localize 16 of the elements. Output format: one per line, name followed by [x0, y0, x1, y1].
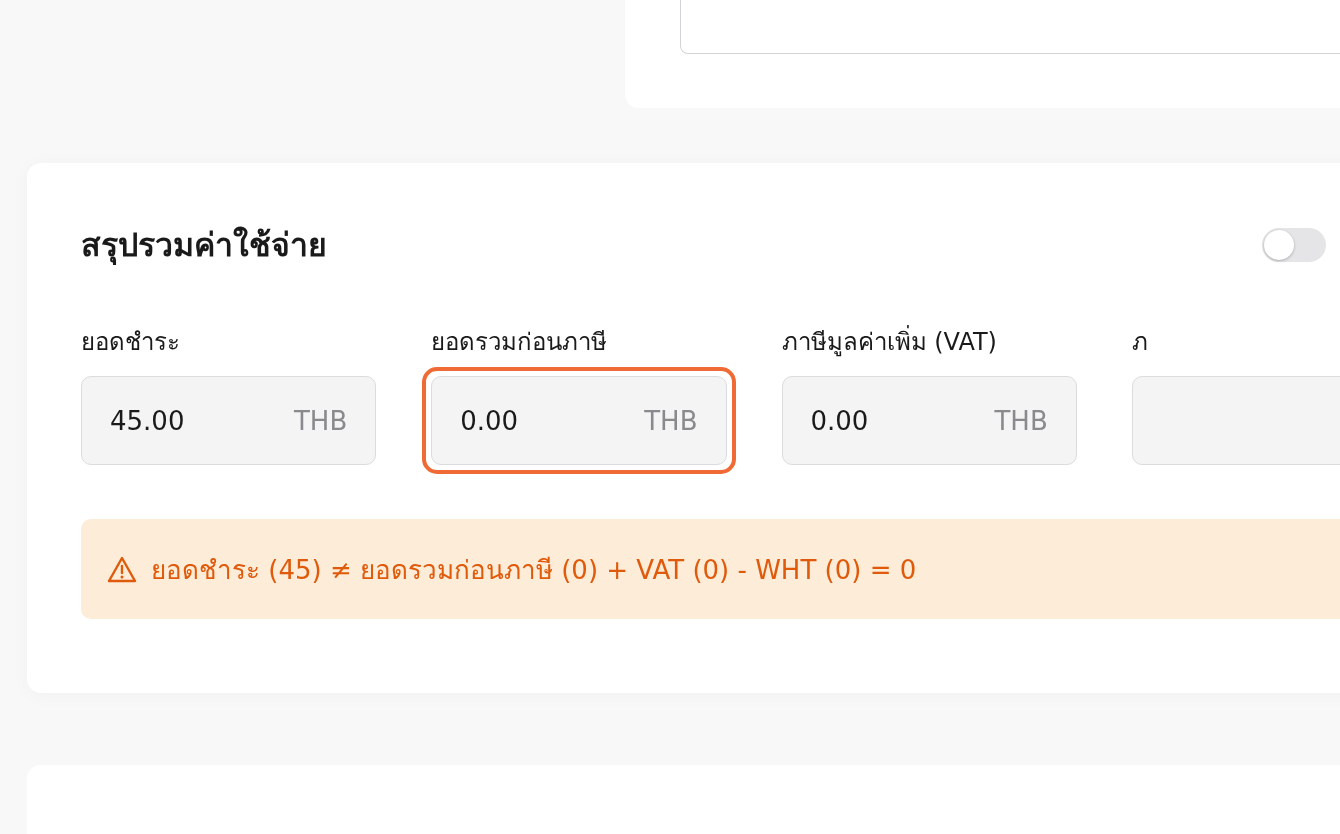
section-title: สรุปรวมค่าใช้จ่าย	[81, 225, 327, 267]
warning-icon	[107, 555, 137, 583]
field-label: ภาษีมูลค่าเพิ่ม (VAT)	[781, 322, 1077, 356]
currency-unit: THB	[994, 405, 1048, 436]
warning-text: ยอดชำระ (45) ≠ ยอดรวมก่อนภาษี (0) + VAT (0) - WHT (0) = 0	[151, 553, 917, 587]
field-label: ภ	[1131, 327, 1149, 356]
text-area[interactable]	[680, 0, 1340, 54]
field-value: 45.00	[110, 405, 185, 436]
field-label: ยอดรวมก่อนภาษี	[431, 327, 609, 356]
toggle-switch[interactable]	[1262, 227, 1326, 262]
field-label: ยอดชำระ	[81, 327, 181, 356]
currency-unit: THB	[644, 405, 698, 436]
amount-field[interactable]: 0.00 THB	[422, 367, 736, 474]
currency-unit: THB	[293, 405, 348, 436]
field-value: 0.00	[810, 405, 869, 436]
field-value: 0.00	[460, 405, 519, 436]
